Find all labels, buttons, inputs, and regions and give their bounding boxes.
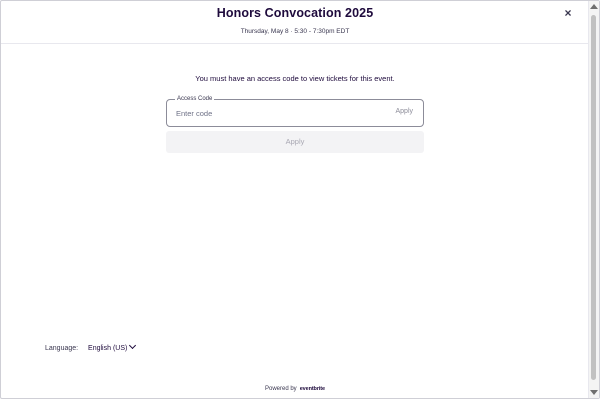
access-code-notice: You must have an access code to view tic…: [195, 74, 395, 83]
eventbrite-logo[interactable]: eventbrite: [300, 386, 325, 392]
scroll-up-arrow-icon[interactable]: [590, 4, 598, 9]
access-code-field: Access Code Apply: [166, 95, 424, 127]
language-value: English (US): [88, 345, 128, 352]
vertical-scrollbar[interactable]: [588, 1, 599, 398]
chevron-down-icon: [129, 341, 137, 350]
checkout-modal: Honors Convocation 2025 Thursday, May 8 …: [0, 0, 600, 399]
language-label: Language:: [45, 345, 79, 352]
language-selector-row: Language: English (US): [45, 341, 137, 355]
powered-by: Powered by eventbrite: [1, 386, 589, 392]
modal-header: Honors Convocation 2025 Thursday, May 8 …: [1, 1, 589, 44]
scroll-down-arrow-icon[interactable]: [590, 390, 598, 395]
close-icon[interactable]: ×: [561, 6, 575, 20]
language-select[interactable]: English (US): [88, 341, 137, 352]
access-code-input[interactable]: [176, 106, 376, 120]
access-code-label: Access Code: [175, 95, 215, 103]
event-date: Thursday, May 8 · 5:30 - 7:30pm EDT: [240, 28, 350, 35]
apply-button[interactable]: Apply: [166, 131, 424, 153]
inline-apply-button[interactable]: Apply: [395, 108, 413, 115]
scrollbar-thumb[interactable]: [591, 15, 596, 380]
event-title: Honors Convocation 2025: [216, 6, 374, 20]
powered-by-text: Powered by: [265, 386, 297, 392]
